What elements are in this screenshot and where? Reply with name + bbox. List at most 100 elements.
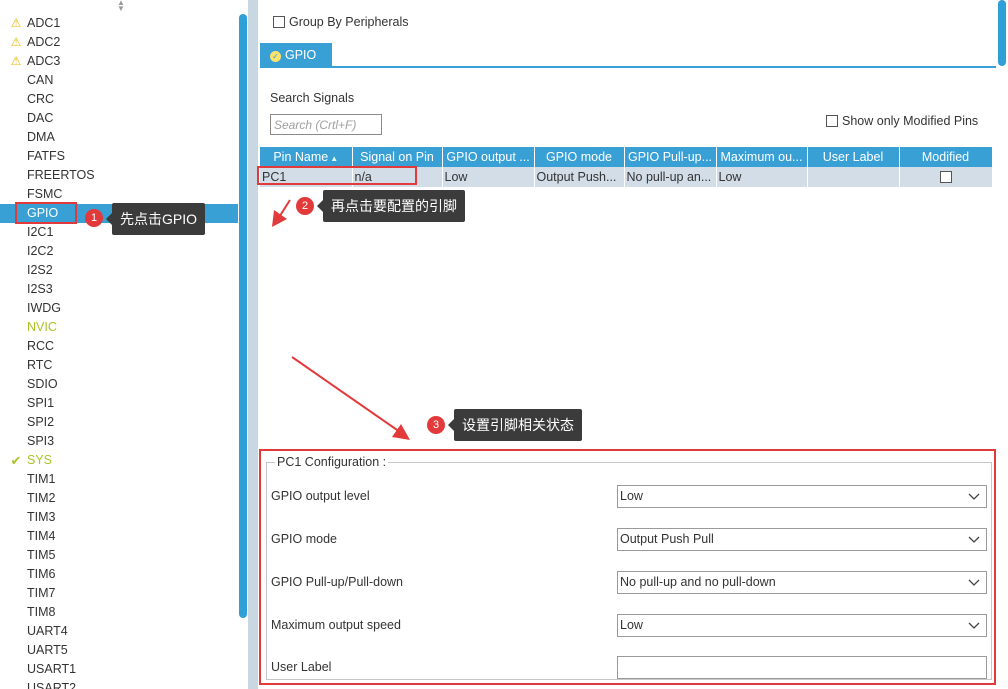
sidebar-item-sdio[interactable]: SDIO (0, 375, 238, 394)
sidebar-item-crc[interactable]: CRC (0, 90, 238, 109)
sidebar-item-label: IWDG (27, 301, 62, 315)
annotation-box-gpio (15, 202, 77, 224)
annotation-tip-3: 设置引脚相关状态 (448, 409, 582, 441)
right-scrollbar[interactable] (996, 0, 1008, 689)
column-header-label: Signal on Pin (360, 150, 434, 164)
annotation-badge-1: 1 (85, 209, 103, 227)
sidebar-item-tim5[interactable]: TIM5 (0, 546, 238, 565)
sidebar-item-usart2[interactable]: USART2 (0, 679, 238, 689)
annotation-tip-1: 先点击GPIO (105, 203, 206, 235)
sidebar-item-label: TIM8 (27, 605, 56, 619)
column-header[interactable]: Pin Name ▲ (260, 147, 353, 167)
sidebar-item-tim7[interactable]: TIM7 (0, 584, 238, 603)
column-header[interactable]: GPIO output ... (442, 147, 535, 167)
tab-gpio-label: GPIO (285, 48, 317, 62)
tab-underline (260, 66, 996, 68)
sidebar-item-tim3[interactable]: TIM3 (0, 508, 238, 527)
sidebar-item-label: DMA (27, 130, 55, 144)
sidebar-item-adc2[interactable]: ⚠ ADC2 (0, 33, 238, 52)
group-by-checkbox[interactable] (273, 16, 285, 28)
panel-splitter[interactable] (248, 0, 258, 689)
sort-icon[interactable]: ▲ ▼ (117, 0, 125, 13)
sidebar-item-label: FSMC (27, 187, 63, 201)
sidebar-item-label: SYS (27, 453, 53, 467)
sidebar-item-adc1[interactable]: ⚠ ADC1 (0, 14, 238, 33)
sidebar-item-i2s3[interactable]: I2S3 (0, 280, 238, 299)
table-header: Pin Name ▲ Signal on Pin GPIO output ... GPI… (260, 147, 993, 167)
table-cell: Low (442, 167, 535, 187)
sidebar-item-label: TIM4 (27, 529, 56, 543)
table-cell (899, 167, 993, 187)
sidebar-item-tim1[interactable]: TIM1 (0, 470, 238, 489)
sidebar-item-rcc[interactable]: RCC (0, 337, 238, 356)
sidebar-item-label: USART1 (27, 662, 77, 676)
sidebar-item-label: SPI1 (27, 396, 55, 410)
sidebar-item-label: UART5 (27, 643, 68, 657)
sidebar-item-label: ADC2 (27, 35, 61, 49)
table-cell: No pull-up an... (624, 167, 717, 187)
show-modified-checkbox[interactable] (826, 115, 838, 127)
sidebar-item-label: DAC (27, 111, 54, 125)
sidebar-item-dac[interactable]: DAC (0, 109, 238, 128)
column-header[interactable]: Signal on Pin (352, 147, 443, 167)
warning-icon: ⚠ (10, 16, 22, 30)
sidebar-item-nvic[interactable]: NVIC (0, 318, 238, 337)
search-input[interactable] (270, 114, 382, 135)
right-scrollbar-thumb[interactable] (998, 0, 1006, 66)
left-scrollbar[interactable] (239, 14, 247, 618)
column-header-label: GPIO Pull-up... (627, 150, 713, 164)
table-cell: Low (716, 167, 808, 187)
sidebar-item-usart1[interactable]: USART1 (0, 660, 238, 679)
sidebar-item-uart4[interactable]: UART4 (0, 622, 238, 641)
column-header[interactable]: Modified (899, 147, 993, 167)
column-header[interactable]: GPIO mode (534, 147, 625, 167)
sidebar-item-sys[interactable]: ✔ SYS (0, 451, 238, 470)
show-modified-pins[interactable]: Show only Modified Pins (826, 114, 978, 128)
show-modified-label: Show only Modified Pins (842, 114, 979, 128)
sidebar-item-dma[interactable]: DMA (0, 128, 238, 147)
sidebar-item-i2c2[interactable]: I2C2 (0, 242, 238, 261)
sidebar-item-label: I2S2 (27, 263, 53, 277)
sidebar-item-tim4[interactable]: TIM4 (0, 527, 238, 546)
sidebar-item-tim2[interactable]: TIM2 (0, 489, 238, 508)
annotation-badge-3: 3 (427, 416, 445, 434)
sidebar-item-spi2[interactable]: SPI2 (0, 413, 238, 432)
sidebar-item-label: TIM6 (27, 567, 56, 581)
sidebar-item-label: ADC3 (27, 54, 61, 68)
sidebar-item-iwdg[interactable]: IWDG (0, 299, 238, 318)
annotation-tip-2: 再点击要配置的引脚 (317, 190, 465, 222)
sidebar-item-uart5[interactable]: UART5 (0, 641, 238, 660)
sidebar-item-spi3[interactable]: SPI3 (0, 432, 238, 451)
sidebar-item-label: TIM3 (27, 510, 56, 524)
sidebar-item-label: NVIC (27, 320, 57, 334)
check-icon: ✔ (10, 453, 22, 468)
sidebar-item-spi1[interactable]: SPI1 (0, 394, 238, 413)
column-header-label: Modified (921, 150, 970, 164)
peripheral-panel: ▲ ▼ ⚠ ADC1 ⚠ ADC2 ⚠ ADC3 CAN CRC DAC DMA FATFS FREER… (0, 0, 248, 689)
column-header[interactable]: User Label (807, 147, 900, 167)
sidebar-item-adc3[interactable]: ⚠ ADC3 (0, 52, 238, 71)
sidebar-item-fatfs[interactable]: FATFS (0, 147, 238, 166)
sidebar-item-freertos[interactable]: FREERTOS (0, 166, 238, 185)
column-header-label: Maximum ou... (720, 150, 803, 164)
sidebar-item-can[interactable]: CAN (0, 71, 238, 90)
sidebar-item-label: CRC (27, 92, 55, 106)
modified-checkbox[interactable] (939, 171, 952, 183)
sort-asc-icon: ▲ (330, 154, 339, 163)
column-header-label: GPIO output ... (446, 150, 530, 164)
warning-icon: ⚠ (10, 35, 22, 49)
column-header[interactable]: GPIO Pull-up... (624, 147, 717, 167)
sidebar-item-rtc[interactable]: RTC (0, 356, 238, 375)
sidebar-item-label: SDIO (27, 377, 58, 391)
sidebar-item-i2s2[interactable]: I2S2 (0, 261, 238, 280)
column-header[interactable]: Maximum ou... (716, 147, 808, 167)
tab-gpio[interactable]: ✓ GPIO (260, 43, 332, 67)
sidebar-item-label: I2C2 (27, 244, 54, 258)
sidebar-item-label: TIM1 (27, 472, 56, 486)
table-cell (807, 167, 900, 187)
group-by-peripherals[interactable]: Group By Peripherals (273, 15, 409, 29)
sidebar-item-tim6[interactable]: TIM6 (0, 565, 238, 584)
sidebar-item-tim8[interactable]: TIM8 (0, 603, 238, 622)
annotation-badge-2: 2 (296, 197, 314, 215)
sidebar-item-label: FREERTOS (27, 168, 95, 182)
